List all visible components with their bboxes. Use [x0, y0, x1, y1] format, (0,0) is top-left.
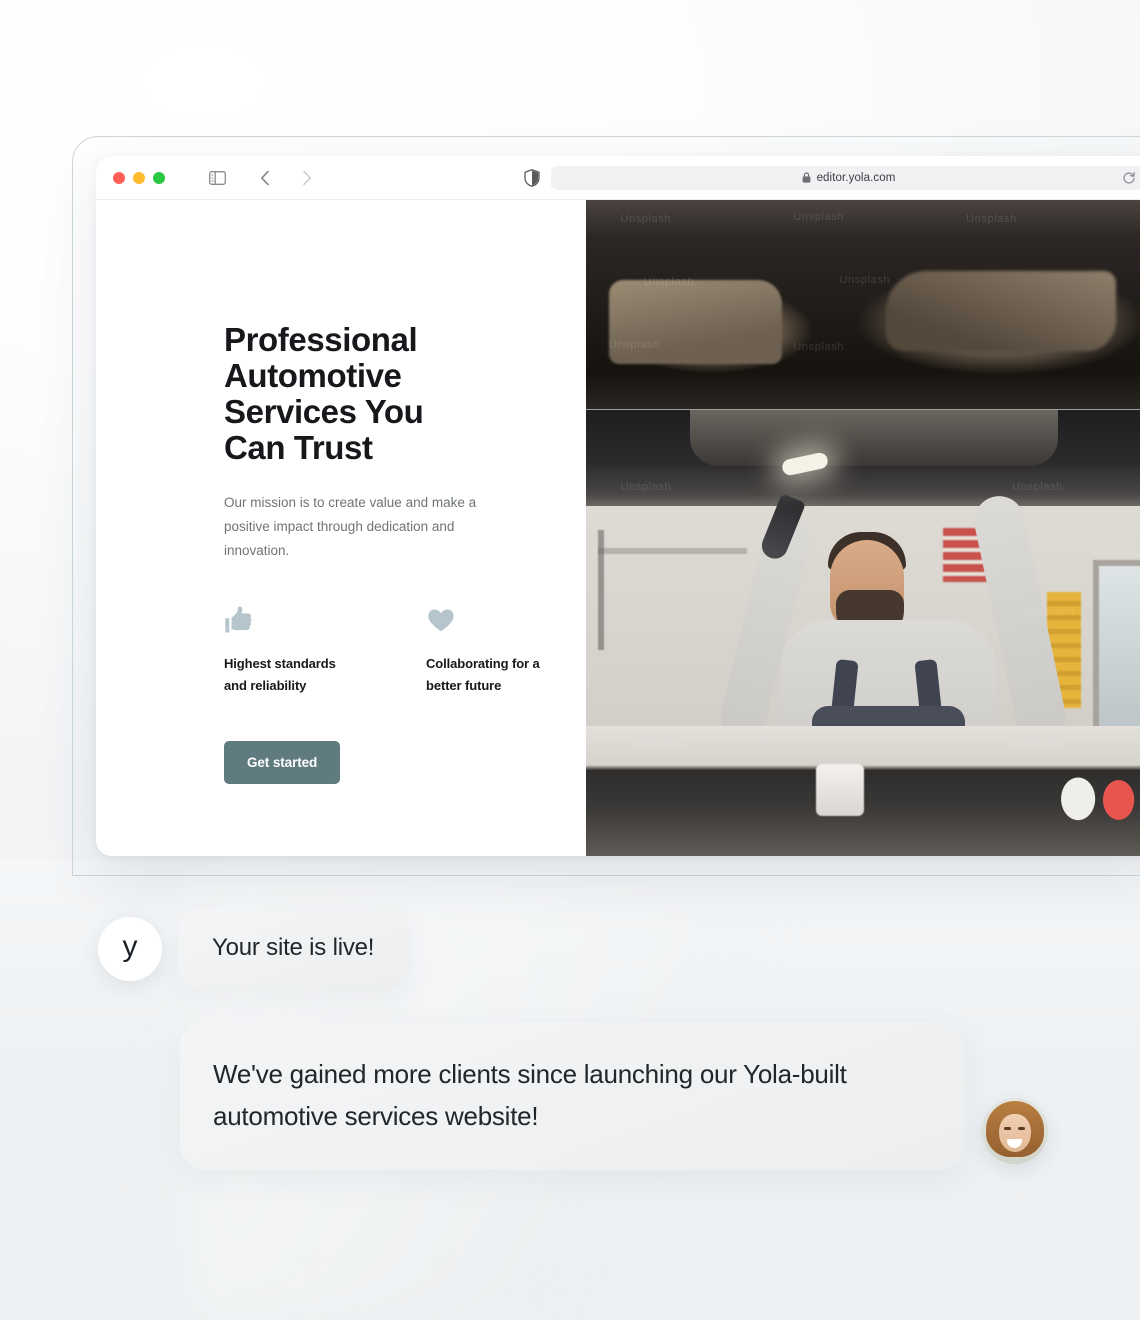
thumbs-up-icon — [224, 605, 254, 635]
minimize-window-button[interactable] — [133, 172, 145, 184]
heart-icon — [426, 605, 456, 635]
yola-logo-avatar: y — [98, 917, 162, 981]
browser-toolbar: editor.yola.com — [96, 156, 1140, 200]
watermark: Unsplash — [989, 339, 1040, 351]
sidebar-toggle-button[interactable] — [204, 165, 230, 191]
hero-text-column: Professional Automotive Services You Can… — [96, 200, 586, 856]
white-jug — [816, 764, 864, 816]
feature-list: Highest standards and reliability Collab… — [224, 605, 586, 697]
chat-bubble: We've gained more clients since launchin… — [180, 1022, 964, 1170]
chat-message-row: We've gained more clients since launchin… — [180, 1022, 1048, 1170]
address-bar[interactable]: editor.yola.com — [551, 166, 1140, 190]
chevron-left-icon — [260, 170, 270, 186]
browser-nav-group — [204, 165, 320, 191]
close-window-button[interactable] — [113, 172, 125, 184]
lock-icon — [802, 172, 811, 183]
fluid-bottles — [1057, 764, 1140, 822]
watermark: Unsplash — [621, 213, 672, 225]
window-controls — [113, 172, 165, 184]
avatar-eye-right — [1018, 1127, 1025, 1130]
watermark: Unsplash — [966, 213, 1017, 225]
mechanic-photo: Unsplash Unsplash Unsplash Unsplash Unsp… — [586, 410, 1140, 856]
feature-label: Highest standards and reliability — [224, 653, 356, 697]
get-started-button[interactable]: Get started — [224, 741, 340, 784]
browser-window: editor.yola.com Professional Automotive … — [96, 156, 1140, 856]
feature-item: Highest standards and reliability — [224, 605, 356, 697]
user-avatar — [982, 1098, 1048, 1164]
url-display: editor.yola.com — [802, 172, 896, 184]
hero-subtitle: Our mission is to create value and make … — [224, 491, 502, 563]
site-preview: Professional Automotive Services You Can… — [96, 200, 1140, 856]
chevron-right-icon — [302, 170, 312, 186]
shield-icon[interactable] — [524, 169, 540, 187]
chat-message-text: Your site is live! — [212, 933, 374, 963]
watermark: Unsplash — [839, 274, 890, 286]
back-button[interactable] — [252, 165, 278, 191]
lifted-car — [690, 410, 1059, 466]
yola-logo-letter: y — [123, 932, 138, 962]
watermark: Unsplash — [793, 211, 844, 223]
watermark: Unsplash — [644, 276, 695, 288]
avatar-eye-left — [1004, 1127, 1011, 1130]
watermark: Unsplash — [1024, 276, 1075, 288]
reload-button[interactable] — [1122, 171, 1136, 185]
car-undercarriage-photo: Unsplash Unsplash Unsplash Unsplash Unsp… — [586, 200, 1140, 410]
hero-title: Professional Automotive Services You Can… — [224, 322, 472, 466]
feature-label: Collaborating for a better future — [426, 653, 558, 697]
address-area: editor.yola.com — [524, 166, 1140, 190]
chat-bubble: Your site is live! — [178, 908, 410, 990]
chat-message-text: We've gained more clients since launchin… — [213, 1053, 924, 1137]
maximize-window-button[interactable] — [153, 172, 165, 184]
garage-window — [1093, 560, 1140, 750]
forward-button[interactable] — [294, 165, 320, 191]
tool-pegboard — [598, 530, 748, 650]
sidebar-icon — [209, 171, 226, 185]
watermark: Unsplash — [609, 339, 660, 351]
url-text: editor.yola.com — [817, 172, 896, 184]
watermark: Unsplash — [793, 341, 844, 353]
hero-image-column: Unsplash Unsplash Unsplash Unsplash Unsp… — [586, 200, 1140, 856]
chat-message-row: y Your site is live! — [98, 908, 410, 990]
feature-item: Collaborating for a better future — [426, 605, 558, 697]
